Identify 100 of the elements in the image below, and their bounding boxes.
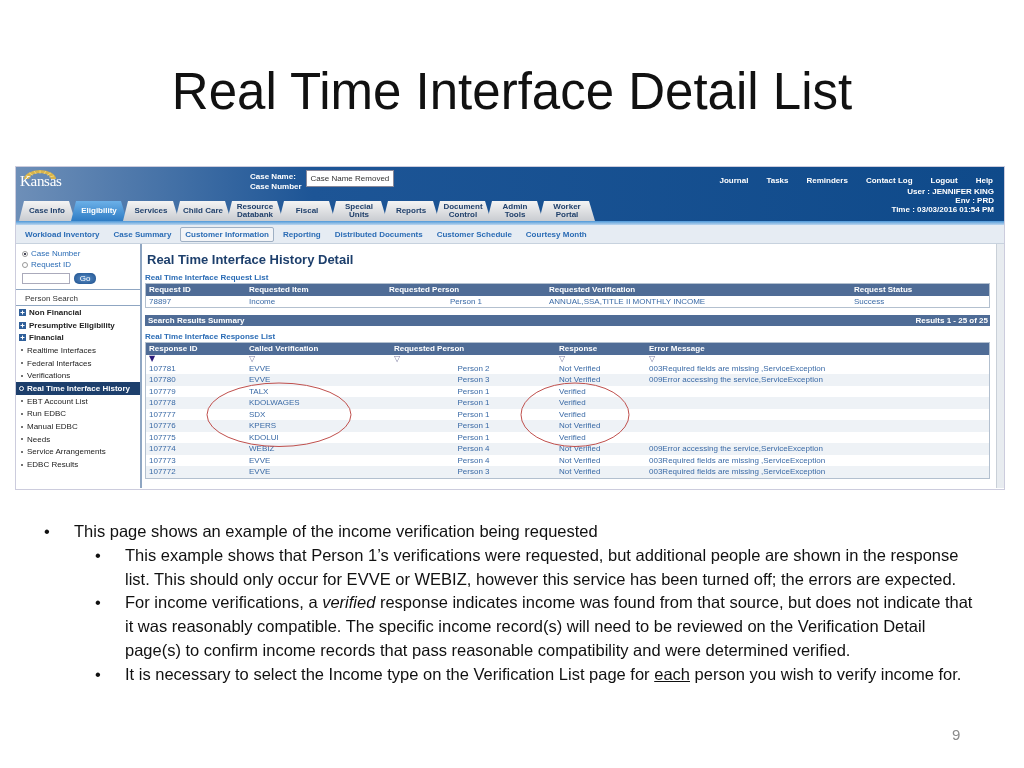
column-header[interactable]: Called Verification — [246, 344, 319, 354]
column-header[interactable]: Requested Verification — [546, 285, 636, 295]
sidebar-item[interactable]: Federal Interfaces — [27, 358, 92, 368]
radio-button[interactable] — [22, 250, 28, 257]
header-link[interactable]: Logout — [925, 176, 963, 185]
sidebar-item[interactable]: Run EDBC — [27, 409, 67, 419]
section-title: Real Time Interface Request List — [145, 273, 269, 282]
table-cell: Person 1 — [457, 386, 490, 396]
plus-box-icon[interactable] — [19, 321, 26, 329]
user-info: Env : PRD — [955, 196, 994, 205]
table-cell-text: 107774 — [148, 444, 176, 454]
sort-arrow[interactable]: ▽ — [646, 354, 656, 363]
table-cell-text: KDOLUI — [248, 432, 279, 442]
column-header[interactable]: Request ID — [146, 285, 191, 295]
column-header[interactable]: Requested Person — [391, 344, 465, 354]
nav-tab[interactable]: Admin Tools — [487, 201, 543, 221]
nav-tab[interactable]: Reports — [383, 201, 439, 221]
radio-label: Request ID — [31, 260, 72, 269]
table-cell-text: EVVE — [248, 363, 271, 373]
nav-tab[interactable]: Case Info — [19, 201, 75, 221]
column-header[interactable]: Request Status — [851, 285, 913, 295]
search-field[interactable] — [22, 273, 70, 284]
table-row[interactable]: 107778 KDOLWAGES Person 1 Verified — [146, 397, 989, 409]
subnav-link[interactable]: Case Summary — [108, 226, 177, 242]
table-cell-text: KPERS — [248, 421, 277, 431]
table-cell-text: TALX — [248, 386, 269, 396]
sidebar-item[interactable]: EDBC Results — [27, 460, 79, 470]
column-header[interactable]: Response ID — [146, 344, 198, 354]
bullet-icon: • — [95, 545, 101, 564]
nav-tab[interactable]: Resource Databank — [227, 201, 283, 221]
table-cell: Person 1 — [457, 421, 490, 431]
nav-tab[interactable]: Services — [123, 201, 179, 221]
plus-box-icon[interactable] — [19, 308, 26, 316]
sidebar-item[interactable]: Needs — [27, 434, 51, 444]
bullet-text: For income verifications, a verified response indicates income was found from that source, but does not indicate that it was reasonably compatible. The specific income record(s) will need to be reviewed on the Verification Detail page(s) to confirm income records that pass reasonable compatibility and were determined verified. — [125, 592, 974, 661]
sort-arrow[interactable]: ▽ — [556, 354, 566, 363]
bullet-icon: • — [95, 593, 101, 612]
table-cell-text: Verified — [558, 409, 586, 419]
nav-tab[interactable]: Document Control — [435, 201, 491, 221]
nav-tab[interactable]: Fiscal — [279, 201, 335, 221]
subnav-link[interactable]: Courtesy Month — [520, 226, 592, 242]
table-cell-text: 107781 — [148, 363, 176, 373]
radio-button[interactable] — [22, 261, 28, 268]
nav-tab[interactable]: Worker Portal — [539, 201, 595, 221]
table-cell-text: SDX — [248, 409, 266, 419]
table-cell-text: Income — [248, 296, 276, 306]
table-cell-text: 003Required fields are missing ,ServiceException — [648, 363, 826, 373]
header-link[interactable]: Journal — [714, 176, 754, 185]
summary-title: Search Results Summary — [148, 316, 245, 325]
table-cell: Person 4 — [457, 455, 490, 465]
sidebar-item[interactable]: Realtime Interfaces — [27, 345, 96, 355]
table-cell-text: 107779 — [148, 386, 176, 396]
column-header[interactable]: Response — [556, 344, 598, 354]
subnav-link[interactable]: Workload Inventory — [20, 226, 105, 242]
sidebar-group[interactable]: Presumptive Eligibility — [29, 320, 115, 330]
scrollbar[interactable] — [996, 244, 1004, 488]
sidebar-group[interactable]: Non Financial — [29, 307, 82, 317]
sidebar-item[interactable]: Verifications — [27, 371, 71, 381]
table-cell-text: EVVE — [248, 455, 271, 465]
table-cell-text: 107773 — [148, 455, 176, 465]
person-search-link[interactable]: Person Search — [16, 290, 140, 306]
plus-box-icon[interactable] — [19, 334, 26, 342]
section-title: Real Time Interface Response List — [145, 332, 276, 341]
subnav-link[interactable]: Customer Schedule — [431, 226, 517, 242]
nav-tab[interactable]: Special Units — [331, 201, 387, 221]
logo[interactable]: Kansas — [20, 173, 62, 190]
sort-arrow[interactable]: ▽ — [391, 354, 401, 363]
header-link[interactable]: Reminders — [801, 176, 853, 185]
sidebar-item[interactable]: EBT Account List — [27, 396, 88, 406]
subnav-link[interactable]: Distributed Documents — [329, 226, 428, 242]
table-cell-text: 107780 — [148, 375, 176, 385]
table-row[interactable]: 107780 EVVE Person 3 Not Verified 009Error accessing the service,ServiceException — [146, 374, 989, 386]
header-link[interactable]: Help — [970, 176, 998, 185]
sort-arrow[interactable]: ▼ — [146, 354, 156, 363]
sort-arrow[interactable]: ▽ — [246, 354, 256, 363]
header-link[interactable]: Contact Log — [860, 176, 918, 185]
go-button[interactable]: Go — [74, 273, 96, 284]
table-cell-text: 107776 — [148, 421, 176, 431]
table-row[interactable]: 107776 KPERS Person 1 Not Verified — [146, 420, 989, 432]
user-info: Time : 03/03/2016 01:54 PM — [891, 205, 994, 214]
table-cell-text: 009Error accessing the service,ServiceException — [648, 375, 823, 385]
header-link[interactable]: Tasks — [761, 176, 794, 185]
case-name-field[interactable]: Case Name Removed — [305, 170, 394, 187]
table-cell: Person 1 — [457, 398, 490, 408]
nav-tab[interactable]: Child Care — [175, 201, 231, 221]
table-cell-text: EVVE — [248, 375, 271, 385]
table-row[interactable]: 107772 EVVE Person 3 Not Verified 003Required fields are missing ,ServiceException — [146, 466, 989, 478]
table-cell-text: 009Error accessing the service,ServiceException — [648, 444, 823, 454]
subnav-link[interactable]: Customer Information — [180, 226, 274, 242]
sidebar-group[interactable]: Financial — [29, 333, 64, 343]
sidebar-item[interactable]: Service Arrangements — [27, 447, 106, 457]
subnav-link[interactable]: Reporting — [277, 226, 326, 242]
table-cell: Person 4 — [457, 444, 490, 454]
column-header[interactable]: Requested Item — [246, 285, 309, 295]
column-header[interactable]: Requested Person — [386, 285, 460, 295]
table-row[interactable]: 107774 WEBIZ Person 4 Not Verified 009Error accessing the service,ServiceException — [146, 443, 989, 455]
table-cell-text: Not Verified — [558, 455, 601, 465]
column-header[interactable]: Error Message — [646, 344, 705, 354]
table-cell: Person 3 — [457, 467, 490, 477]
sidebar-item[interactable]: Manual EDBC — [27, 422, 78, 432]
